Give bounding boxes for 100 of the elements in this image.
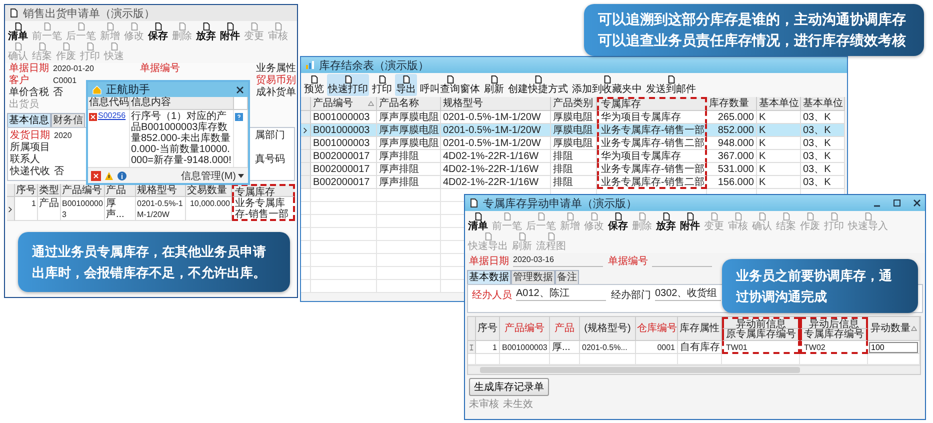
- table-cell: K: [757, 124, 801, 137]
- column-header: 基本单位: [757, 97, 801, 111]
- table-cell: 0201-0.5%-1M-1/20W: [441, 124, 551, 137]
- toolbar-button[interactable]: 保存: [147, 22, 169, 42]
- table-cell: 业务专属库存-销售一部: [597, 163, 707, 176]
- table-cell: 0201-0.5%-1M-1/20W: [441, 137, 551, 150]
- table-cell: 0201-0.5%-1M-1/20W: [136, 197, 186, 221]
- input-field[interactable]: 2020-03-16: [513, 254, 603, 267]
- column-header: 异动后信息: [800, 317, 868, 329]
- table-cell: 业务专属库存-销售一部: [232, 197, 295, 221]
- input-field[interactable]: 0302、收货组: [655, 288, 721, 301]
- message-code-link[interactable]: S00256: [98, 111, 126, 120]
- toolbar-button[interactable]: 预览: [303, 74, 325, 96]
- tab[interactable]: 管理数据: [511, 270, 555, 284]
- field-label: 经办人员: [472, 288, 513, 302]
- table-cell: 0201-0.5%...: [580, 341, 636, 354]
- table-cell: 03、K: [801, 137, 845, 150]
- tab[interactable]: 财务信: [51, 113, 85, 127]
- table-cell: 4D02-1%-22R-1/16W: [441, 163, 551, 176]
- table-cell: B002000017: [311, 176, 377, 189]
- field-label: 出货员: [9, 99, 40, 111]
- field-label: 经办部门: [611, 288, 652, 302]
- toolbar-button[interactable]: 快速打印: [327, 74, 369, 96]
- table-cell: 厚...: [550, 341, 580, 354]
- toolbar-button[interactable]: 添加到收藏夹中: [571, 74, 643, 96]
- tab[interactable]: 基本信息: [7, 113, 51, 127]
- toolbar-button[interactable]: 清单: [7, 22, 29, 42]
- table-cell: 367.000: [707, 150, 757, 163]
- toolbar-button[interactable]: 放弃: [655, 212, 677, 232]
- field-label: 发货日期: [10, 130, 51, 142]
- tab[interactable]: 备注: [555, 270, 579, 284]
- column-header: 仓库编号: [636, 317, 678, 341]
- table-cell: 排阻: [551, 176, 597, 189]
- column-header: 产品: [105, 184, 136, 197]
- menu-button[interactable]: 信息管理(M): [180, 168, 245, 182]
- field-value: C0001: [53, 76, 77, 85]
- table-cell: K: [757, 176, 801, 189]
- dialog-title: 正航助手: [106, 82, 151, 96]
- column-header: 产品: [550, 317, 580, 341]
- column-header: (规格型号): [580, 317, 636, 341]
- toolbar-button[interactable]: 创建快捷方式: [507, 74, 569, 96]
- column-header: 类型: [38, 184, 61, 197]
- toolbar-button[interactable]: 导出: [395, 74, 417, 96]
- table-cell: 厚声排阻: [377, 163, 441, 176]
- toolbar-button[interactable]: 刷新: [483, 74, 505, 96]
- column-header: 序号: [476, 317, 500, 341]
- table-cell: 10,000.000: [186, 197, 232, 221]
- toolbar-button[interactable]: 放弃: [195, 22, 217, 42]
- table-cell: B001000003: [61, 197, 105, 221]
- table-cell: K: [757, 163, 801, 176]
- toolbar-button[interactable]: 呼叫查询窗体: [419, 74, 481, 96]
- table-cell: 03、K: [801, 163, 845, 176]
- table-cell: 0001: [636, 341, 678, 354]
- input-field[interactable]: A012、陈江: [516, 288, 606, 301]
- table-cell: 厚声...: [105, 197, 136, 221]
- table-cell: 156.000: [707, 176, 757, 189]
- table-cell: 业务专属库存-销售一部: [597, 124, 707, 137]
- table-cell: TW01: [722, 341, 800, 354]
- toolbar-button[interactable]: 清单: [467, 212, 489, 232]
- table-cell: 4D02-1%-22R-1/16W: [441, 150, 551, 163]
- toolbar-button[interactable]: 附件: [679, 212, 701, 232]
- toolbar-button[interactable]: 附件: [219, 22, 241, 42]
- table-cell: 厚声排阻: [377, 150, 441, 163]
- window-title: 库存结余表（演示版）: [319, 58, 429, 72]
- table-cell: 03、K: [801, 124, 845, 137]
- field-label: 属部门: [255, 130, 285, 141]
- table-cell: 排阻: [551, 163, 597, 176]
- field-label: 业务属性: [256, 63, 296, 74]
- tab[interactable]: 基本数据: [467, 270, 511, 284]
- toolbar-button[interactable]: 发送到邮件: [645, 74, 697, 96]
- table-cell: 厚声厚膜电阻: [377, 137, 441, 150]
- field-label: 成补货单: [256, 87, 296, 98]
- table-cell: TW02: [800, 341, 868, 354]
- field-label: 单据编号: [140, 63, 180, 74]
- column-header: 库存属性: [678, 317, 722, 341]
- toolbar-button[interactable]: 保存: [607, 212, 629, 232]
- column-header: 交易数量: [186, 184, 232, 197]
- table-cell: 531.000: [707, 163, 757, 176]
- status-text: 未审核: [469, 399, 499, 411]
- column-header: 产品名称: [377, 97, 441, 111]
- field-label: 贸易币别: [256, 75, 296, 86]
- table-cell: 排阻: [551, 150, 597, 163]
- table-cell: K: [757, 137, 801, 150]
- status-text: 未生效: [503, 399, 533, 411]
- table-cell: K: [757, 150, 801, 163]
- toolbar-button[interactable]: 打印: [371, 74, 393, 96]
- callout: 业务员之前要协调库存，通过协调沟通完成: [722, 259, 918, 313]
- action-button[interactable]: 生成库存记录单: [469, 378, 549, 396]
- field-label: 单据日期: [469, 254, 510, 268]
- table-cell: 852.000: [707, 124, 757, 137]
- column-header: 产品编号: [500, 317, 550, 341]
- callout-text: 可以追查业务员责任库存情况，进行库存绩效考核: [598, 31, 907, 50]
- table-cell: 03、K: [801, 150, 845, 163]
- table-cell: B001000003: [500, 341, 550, 354]
- field-label: 单据日期: [9, 63, 50, 74]
- table-cell: 华为项目专属库存: [597, 150, 707, 163]
- column-header: 信息内容: [130, 97, 234, 110]
- quantity-input[interactable]: 100: [869, 342, 918, 353]
- field-label: 真号码: [255, 154, 285, 165]
- table-cell: 厚膜电阻: [551, 124, 597, 137]
